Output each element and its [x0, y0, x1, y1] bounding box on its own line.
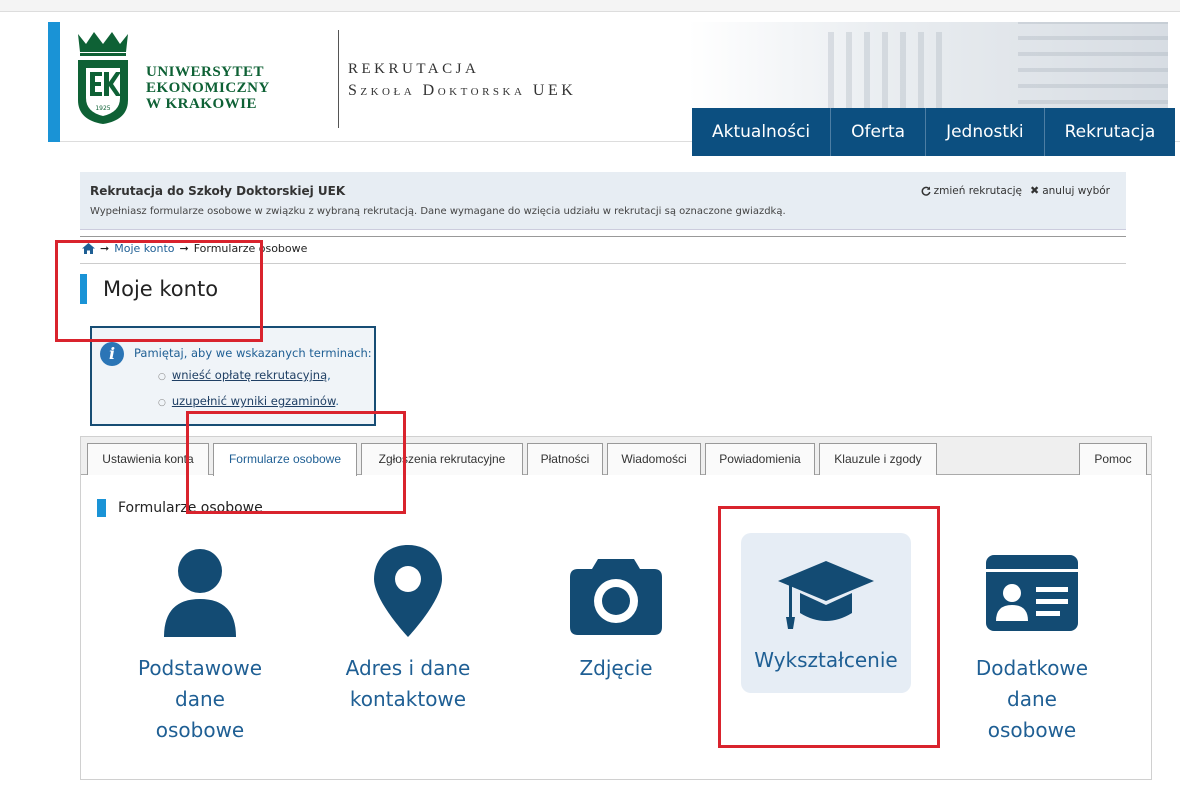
cancel-selection-link[interactable]: ✖ anuluj wybór: [1030, 184, 1110, 197]
highlight-box-breadcrumb: [55, 240, 263, 342]
reminder-suffix: .: [335, 394, 339, 408]
cancel-selection-label: anuluj wybór: [1042, 184, 1110, 197]
main-navigation: Aktualności Oferta Jednostki Rekrutacja: [692, 108, 1176, 156]
card-dodatkowe-dane[interactable]: Dodatkowe dane osobowe: [947, 531, 1117, 742]
bullet-icon: ○: [158, 398, 166, 408]
change-recruitment-link[interactable]: zmień rekrutację: [921, 184, 1022, 197]
tab-pomoc[interactable]: Pomoc: [1079, 443, 1147, 475]
browser-top-strip: [0, 0, 1180, 12]
reminder-suffix: ,: [327, 368, 331, 382]
nav-item-rekrutacja[interactable]: Rekrutacja: [1043, 108, 1176, 156]
header-building-decoration: [688, 22, 1168, 120]
recruitment-actions: zmień rekrutację ✖ anuluj wybór: [921, 184, 1110, 197]
university-logo[interactable]: 1925: [72, 30, 134, 126]
user-icon: [164, 549, 236, 637]
camera-icon: [570, 559, 662, 635]
recruitment-subtitle: Szkoła Doktorska UEK: [348, 82, 577, 99]
reminder-intro: Pamiętaj, aby we wskazanych terminach:: [134, 346, 372, 360]
card-label-line: dane: [1007, 687, 1057, 711]
university-name-line-3: W KRAKOWIE: [146, 96, 257, 112]
recruitment-title: REKRUTACJA: [348, 61, 480, 77]
card-label-line: Podstawowe: [137, 656, 263, 680]
nav-item-aktualnosci[interactable]: Aktualności: [692, 108, 830, 156]
exam-results-link[interactable]: uzupełnić wyniki egzaminów: [172, 394, 335, 408]
change-recruitment-label: zmień rekrutację: [933, 184, 1022, 197]
card-label-line: dane: [175, 687, 225, 711]
header-divider: [338, 30, 339, 128]
highlight-box-card: [718, 506, 940, 748]
bullet-icon: ○: [158, 372, 166, 382]
university-name: UNIWERSYTET EKONOMICZNY W KRAKOWIE: [146, 64, 270, 112]
nav-item-oferta[interactable]: Oferta: [830, 108, 925, 156]
recruitment-info-title: Rekrutacja do Szkoły Doktorskiej UEK: [90, 184, 346, 198]
card-label-line: osobowe: [987, 718, 1077, 742]
highlight-box-tab: [186, 411, 406, 514]
recruitment-heading: REKRUTACJA Szkoła Doktorska UEK: [348, 58, 576, 102]
tab-platnosci[interactable]: Płatności: [527, 443, 603, 475]
tab-powiadomienia[interactable]: Powiadomienia: [705, 443, 815, 475]
card-adres-i-dane-kontaktowe[interactable]: Adres i dane kontaktowe: [323, 531, 493, 731]
pay-fee-link[interactable]: wnieść opłatę rekrutacyjną: [172, 368, 327, 382]
university-name-line-2: EKONOMICZNY: [146, 80, 270, 96]
tab-wiadomosci[interactable]: Wiadomości: [607, 443, 701, 475]
card-label: Podstawowe dane osobowe: [115, 653, 285, 746]
card-label-line: Dodatkowe: [975, 656, 1089, 680]
header-accent-bar: [48, 22, 60, 142]
breadcrumb-top-divider: [80, 236, 1126, 237]
refresh-icon: [921, 186, 931, 196]
close-icon: ✖: [1030, 184, 1040, 197]
tab-klauzule-i-zgody[interactable]: Klauzule i zgody: [819, 443, 937, 475]
card-label-line: kontaktowe: [349, 687, 467, 711]
card-zdjecie[interactable]: Zdjęcie: [531, 531, 701, 731]
recruitment-info-panel: Rekrutacja do Szkoły Doktorskiej UEK Wyp…: [80, 172, 1126, 230]
id-card-icon: [986, 555, 1078, 631]
reminder-item: ○ uzupełnić wyniki egzaminów.: [158, 394, 339, 408]
info-icon: i: [100, 342, 124, 366]
nav-item-jednostki[interactable]: Jednostki: [925, 108, 1044, 156]
map-marker-icon: [374, 545, 442, 637]
university-name-line-1: UNIWERSYTET: [146, 64, 265, 80]
card-label: Adres i dane kontaktowe: [323, 653, 493, 715]
card-podstawowe-dane[interactable]: Podstawowe dane osobowe: [115, 531, 285, 742]
card-label-line: Zdjęcie: [579, 656, 653, 680]
card-label-line: osobowe: [155, 718, 245, 742]
recruitment-info-text: Wypełniasz formularze osobowe w związku …: [90, 206, 786, 217]
reminder-item: ○ wnieść opłatę rekrutacyjną,: [158, 368, 339, 382]
card-label: Dodatkowe dane osobowe: [947, 653, 1117, 746]
card-label: Zdjęcie: [531, 653, 701, 684]
card-label-line: Adres i dane: [345, 656, 471, 680]
logo-year: 1925: [95, 105, 110, 112]
